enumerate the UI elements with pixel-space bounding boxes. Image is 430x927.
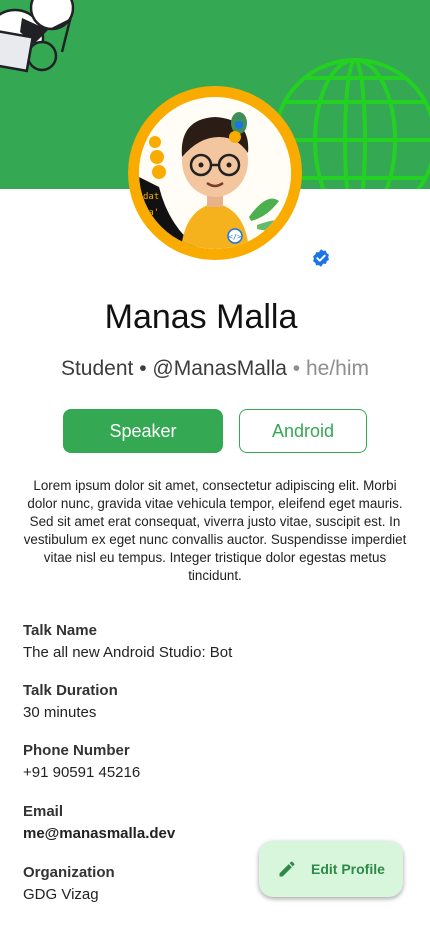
pencil-icon	[279, 861, 295, 877]
field-value[interactable]: me@manasmalla.dev	[23, 825, 175, 842]
svg-text:e.>: e.>	[143, 224, 160, 234]
svg-text:ta': ta'	[143, 208, 159, 218]
profile-bio: Lorem ipsum dolor sit amet, consectetur …	[23, 478, 407, 583]
field-value: GDG Vizag	[23, 886, 99, 903]
phone-number-field: Phone Number +91 90591 45216	[23, 742, 140, 781]
android-tag-button[interactable]: Android	[239, 409, 367, 453]
edit-profile-label: Edit Profile	[311, 861, 385, 877]
profile-role: Student	[60, 357, 134, 380]
organization-field: Organization GDG Vizag	[23, 864, 115, 903]
field-value: The all new Android Studio: Bot	[23, 644, 233, 661]
email-field: Email me@manasmalla.dev	[23, 803, 175, 842]
avatar[interactable]: dat ta' e.> </>	[128, 86, 302, 260]
talk-name-field: Talk Name The all new Android Studio: Bo…	[23, 622, 232, 661]
profile-name: Manas Malla	[104, 298, 298, 336]
field-value: 30 minutes	[23, 704, 97, 721]
field-value[interactable]: +91 90591 45216	[23, 764, 140, 781]
profile-subtitle: Student • @ManasMalla • he/him	[0, 357, 430, 381]
svg-text:dat: dat	[143, 192, 159, 202]
edit-profile-button[interactable]: Edit Profile	[259, 841, 403, 897]
verified-badge-icon	[313, 249, 329, 267]
profile-handle[interactable]: @ManasMalla	[152, 357, 287, 380]
field-label: Phone Number	[23, 742, 130, 759]
speaker-tag-button[interactable]: Speaker	[63, 409, 223, 453]
field-label: Talk Name	[23, 622, 97, 639]
profile-pronouns: • he/him	[292, 357, 370, 380]
svg-text:</>: </>	[229, 233, 242, 241]
field-label: Talk Duration	[23, 682, 118, 699]
avatar-image: dat ta' e.> </>	[139, 97, 291, 249]
field-label: Organization	[23, 864, 115, 881]
subtitle-separator: •	[139, 357, 147, 380]
field-label: Email	[23, 803, 64, 820]
talk-duration-field: Talk Duration 30 minutes	[23, 682, 118, 721]
